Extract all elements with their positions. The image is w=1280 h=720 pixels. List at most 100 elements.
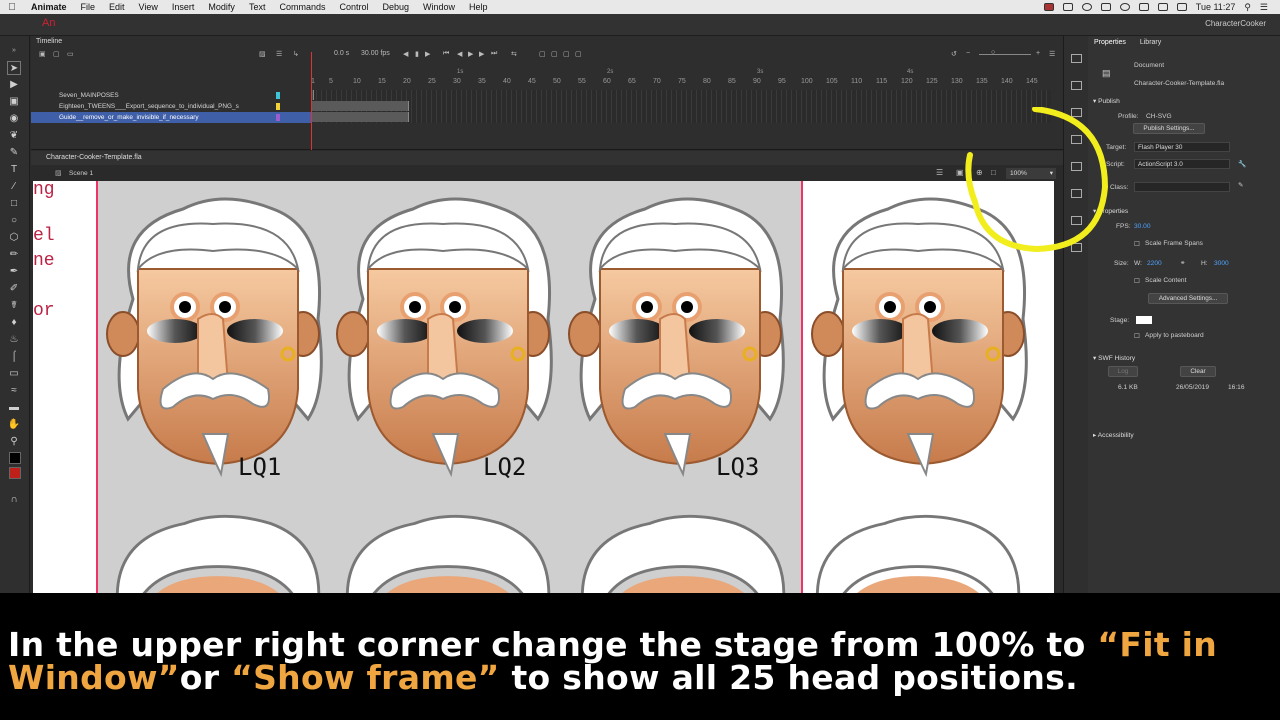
subselection-tool-icon[interactable]: ▶ xyxy=(7,78,21,92)
oval-tool-icon[interactable]: ○ xyxy=(7,214,21,228)
tab-properties[interactable]: Properties xyxy=(1088,36,1132,49)
frame-ruler[interactable]: 1s 2s 3s 4s 1 5 10 15 20 25 30 35 40 45 … xyxy=(311,66,1051,88)
character-head-row2[interactable] xyxy=(808,509,1028,593)
stroke-color-swatch[interactable] xyxy=(9,452,21,464)
camera-tool-icon[interactable]: ▬ xyxy=(7,401,21,415)
character-head-lq2[interactable] xyxy=(333,189,563,479)
paint-brush-tool-icon[interactable]: ✐ xyxy=(7,282,21,296)
zoom-out-timeline-icon[interactable]: − xyxy=(966,50,970,57)
timeline-zoom-slider[interactable] xyxy=(979,54,1031,55)
new-layer-icon[interactable]: ▣ xyxy=(39,50,46,58)
notification-center-icon[interactable]: ☰ xyxy=(1260,2,1268,13)
paint-bucket-tool-icon[interactable]: ♦ xyxy=(7,316,21,330)
prev-frame-icon[interactable]: ◀ xyxy=(457,50,462,58)
layer-row[interactable]: Seven_MAINPOSES xyxy=(31,90,311,101)
onion-outline-icon[interactable]: ▢ xyxy=(551,50,558,58)
link-dimensions-icon[interactable]: ⚭ xyxy=(1180,259,1186,267)
wifi-icon[interactable] xyxy=(1157,3,1168,11)
delete-layer-icon[interactable]: ▭ xyxy=(67,50,74,58)
rectangle-tool-icon[interactable]: □ xyxy=(7,197,21,211)
menu-view[interactable]: View xyxy=(132,2,165,12)
snap-to-objects-icon[interactable]: ∩ xyxy=(7,493,21,507)
publish-section-toggle[interactable]: ▾ Publish xyxy=(1093,97,1120,105)
apply-pasteboard-checkbox[interactable]: ☐ xyxy=(1134,332,1140,340)
eyedropper-tool-icon[interactable]: ⌠ xyxy=(7,350,21,364)
class-field[interactable] xyxy=(1134,182,1230,192)
text-tool-icon[interactable]: T xyxy=(7,163,21,177)
width-value[interactable]: 2200 xyxy=(1147,260,1162,267)
next-frame-icon[interactable]: ▶ xyxy=(479,50,484,58)
keyframe-span[interactable] xyxy=(311,112,409,122)
new-folder-icon[interactable]: ▢ xyxy=(53,50,60,58)
layer-row-selected[interactable]: Guide__remove_or_make_invisible_if_neces… xyxy=(31,112,311,123)
target-select[interactable]: Flash Player 30 xyxy=(1134,142,1230,152)
character-head-lq1[interactable] xyxy=(103,189,333,479)
last-frame-icon[interactable]: ⏭ xyxy=(491,50,497,58)
layer-name[interactable]: Guide__remove_or_make_invisible_if_neces… xyxy=(59,114,199,121)
layer-outline-color[interactable] xyxy=(276,114,280,121)
time-machine-icon[interactable] xyxy=(1119,3,1130,11)
menu-debug[interactable]: Debug xyxy=(375,2,416,12)
fill-color-swatch[interactable] xyxy=(9,467,21,479)
clear-button[interactable]: Clear xyxy=(1180,366,1216,377)
swatches-panel-icon[interactable] xyxy=(1071,81,1082,90)
onion-skin-icon[interactable]: ▢ xyxy=(539,50,546,58)
script-settings-icon[interactable]: 🔧 xyxy=(1238,160,1246,168)
spotlight-icon[interactable]: ⚲ xyxy=(1244,2,1251,13)
pencil-tool-icon[interactable]: ✏ xyxy=(7,248,21,262)
advanced-settings-button[interactable]: Advanced Settings... xyxy=(1148,293,1228,304)
character-head-row2[interactable] xyxy=(108,509,328,593)
edit-multiple-frames-icon[interactable]: ▢ xyxy=(563,50,570,58)
layer-outline-color[interactable] xyxy=(276,92,280,99)
menu-window[interactable]: Window xyxy=(416,2,462,12)
record-icon[interactable] xyxy=(1081,3,1092,11)
volume-icon[interactable] xyxy=(1138,3,1149,11)
menu-insert[interactable]: Insert xyxy=(165,2,202,12)
color-panel-icon[interactable] xyxy=(1071,54,1082,63)
menu-edit[interactable]: Edit xyxy=(102,2,132,12)
character-head-row2[interactable] xyxy=(573,509,793,593)
clock[interactable]: Tue 11:27 xyxy=(1196,2,1236,12)
collapse-icon[interactable]: » xyxy=(7,44,21,58)
zoom-tool-icon[interactable]: ⚲ xyxy=(7,435,21,449)
swf-history-toggle[interactable]: ▾ SWF History xyxy=(1093,354,1135,362)
brush-tool-icon[interactable]: ✒ xyxy=(7,265,21,279)
zoom-in-timeline-icon[interactable]: + xyxy=(1036,50,1040,57)
timeline-menu-icon[interactable]: ☰ xyxy=(1049,50,1055,58)
camera-layer-icon[interactable]: ▨ xyxy=(259,50,266,58)
3d-rotation-tool-icon[interactable]: ◉ xyxy=(7,112,21,126)
bone-tool-icon[interactable]: ☤ xyxy=(7,299,21,313)
current-time[interactable]: 0.0 s xyxy=(334,50,349,57)
lasso-tool-icon[interactable]: ❦ xyxy=(7,129,21,143)
document-tab[interactable]: Character-Cooker-Template.fla xyxy=(46,154,142,161)
menu-modify[interactable]: Modify xyxy=(201,2,242,12)
edit-symbols-icon[interactable]: ☰ xyxy=(936,168,943,177)
step-back-icon[interactable]: ◀ xyxy=(403,50,408,58)
tab-library[interactable]: Library xyxy=(1134,36,1167,49)
menu-commands[interactable]: Commands xyxy=(272,2,332,12)
width-tool-icon[interactable]: ≈ xyxy=(7,384,21,398)
status-app-icon[interactable] xyxy=(1043,3,1054,11)
height-value[interactable]: 3000 xyxy=(1214,260,1229,267)
menu-animate[interactable]: Animate xyxy=(24,2,74,12)
ink-bottle-tool-icon[interactable]: ♨ xyxy=(7,333,21,347)
keyframe-span[interactable] xyxy=(311,101,409,111)
edit-scene-icon[interactable]: ▣ xyxy=(956,168,964,177)
line-tool-icon[interactable]: ∕ xyxy=(7,180,21,194)
character-head-lq3[interactable] xyxy=(565,189,795,479)
layer-name[interactable]: Eighteen_TWEENS___Export_sequence_to_ind… xyxy=(59,103,239,110)
timeline-zoom-knob[interactable]: ○ xyxy=(991,49,995,56)
stage[interactable]: ng el ne or LQ1 LQ2 LQ3 xyxy=(33,181,1054,593)
center-frame-icon[interactable]: ↺ xyxy=(951,50,957,58)
publish-settings-button[interactable]: Publish Settings... xyxy=(1133,123,1205,134)
play-icon[interactable]: ▶ xyxy=(468,50,473,58)
character-head-row2[interactable] xyxy=(338,509,558,593)
step-forward-icon[interactable]: ▶ xyxy=(425,50,430,58)
layer-depth-icon[interactable]: ↳ xyxy=(293,50,299,58)
log-button[interactable]: Log xyxy=(1108,366,1138,377)
display-icon[interactable] xyxy=(1062,3,1073,11)
layer-name[interactable]: Seven_MAINPOSES xyxy=(59,92,119,99)
scale-frame-spans-checkbox[interactable]: ☐ xyxy=(1134,240,1140,248)
playhead[interactable] xyxy=(311,52,312,150)
parenting-icon[interactable]: ☰ xyxy=(276,50,282,58)
